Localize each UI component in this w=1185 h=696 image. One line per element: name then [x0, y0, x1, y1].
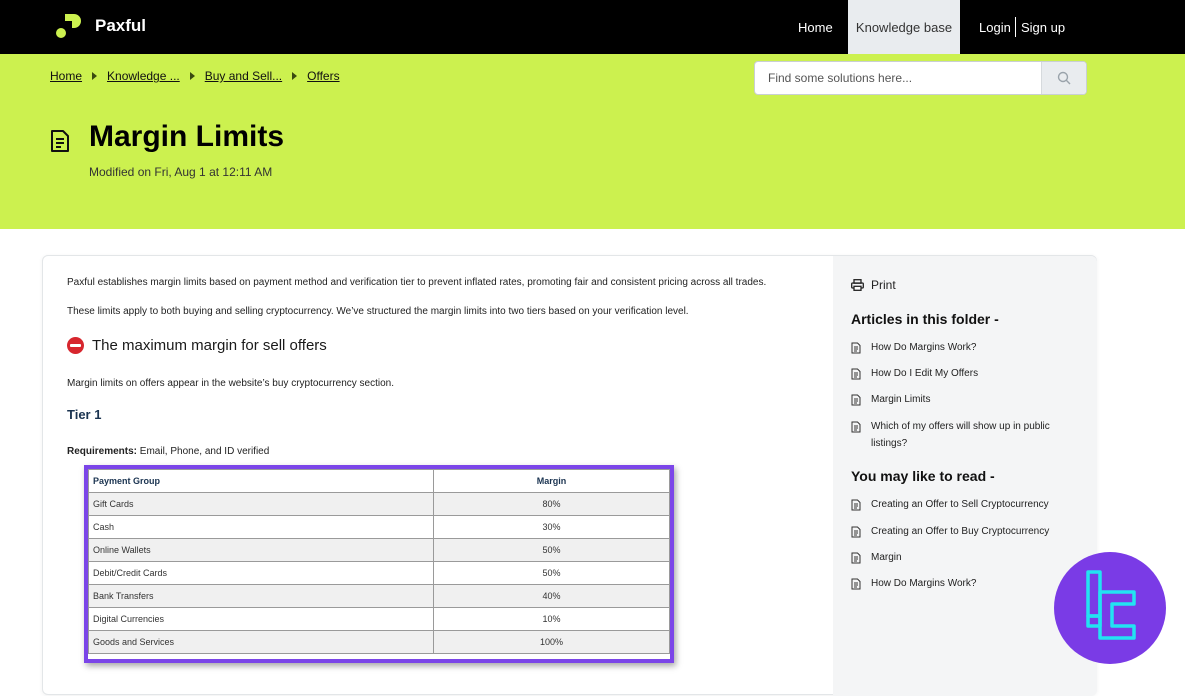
table-row: Cash 30%: [88, 515, 670, 539]
nav-signup-link[interactable]: Sign up: [1021, 0, 1065, 54]
intro-paragraph-2: These limits apply to both buying and se…: [67, 306, 689, 317]
nav-knowledge-base-link[interactable]: Knowledge base: [848, 0, 960, 54]
folder-article-link[interactable]: Margin Limits: [851, 391, 1076, 408]
article-icon: [851, 394, 861, 406]
folder-article-link[interactable]: Which of my offers will show up in publi…: [851, 418, 1076, 452]
table-cell: 50%: [433, 538, 670, 562]
breadcrumb-home[interactable]: Home: [50, 69, 82, 83]
table-cell: 30%: [433, 515, 670, 539]
requirements-label: Requirements:: [67, 446, 138, 457]
print-label: Print: [871, 278, 896, 292]
breadcrumb-arrow-icon: [189, 72, 195, 80]
table-cell: Online Wallets: [88, 538, 434, 562]
table-row: Gift Cards 80%: [88, 492, 670, 516]
no-entry-icon: [67, 337, 84, 354]
table-cell: Cash: [88, 515, 434, 539]
table-row: Bank Transfers 40%: [88, 584, 670, 608]
table-row: Debit/Credit Cards 50%: [88, 561, 670, 585]
table-header-row: Payment Group Margin: [88, 469, 670, 493]
tier-heading: Tier 1: [67, 407, 102, 422]
breadcrumb-buy-sell[interactable]: Buy and Sell...: [205, 69, 282, 83]
folder-article-link[interactable]: How Do I Edit My Offers: [851, 365, 1076, 382]
modified-date: Modified on Fri, Aug 1 at 12:11 AM: [89, 165, 273, 179]
margin-table-highlight: Payment Group Margin Gift Cards 80% Cash…: [84, 465, 674, 663]
breadcrumb-knowledge[interactable]: Knowledge ...: [107, 69, 180, 83]
article-header: Home Knowledge ... Buy and Sell... Offer…: [0, 54, 1185, 229]
breadcrumb: Home Knowledge ... Buy and Sell... Offer…: [50, 69, 340, 83]
watermark-logo-icon: [1086, 570, 1136, 640]
paxful-logo-icon[interactable]: [56, 13, 82, 39]
related-article-title: Margin: [871, 552, 902, 563]
print-button[interactable]: Print: [851, 278, 896, 292]
breadcrumb-arrow-icon: [292, 72, 298, 80]
page-title: Margin Limits: [89, 120, 285, 153]
related-article-link[interactable]: Creating an Offer to Buy Cryptocurrency: [851, 523, 1076, 540]
article-card: Paxful establishes margin limits based o…: [42, 255, 1097, 696]
intro-paragraph: Paxful establishes margin limits based o…: [67, 277, 767, 288]
folder-heading: Articles in this folder -: [851, 311, 999, 327]
watermark-badge: [1054, 552, 1166, 664]
table-cell: Bank Transfers: [88, 584, 434, 608]
nav-login-link[interactable]: Login: [979, 0, 1011, 54]
article-icon: [851, 578, 861, 590]
folder-article-title: How Do I Edit My Offers: [871, 368, 979, 379]
margin-table: Payment Group Margin Gift Cards 80% Cash…: [88, 469, 670, 654]
document-icon: [51, 130, 69, 152]
requirements-value: Email, Phone, and ID verified: [137, 446, 270, 457]
search-input[interactable]: [755, 62, 1042, 94]
breadcrumb-offers[interactable]: Offers: [307, 69, 339, 83]
table-cell: 40%: [433, 584, 670, 608]
printer-icon: [851, 279, 864, 291]
table-header: Margin: [433, 469, 670, 493]
search-button[interactable]: [1041, 62, 1086, 94]
related-article-title: How Do Margins Work?: [871, 578, 977, 589]
table-cell: 100%: [433, 630, 670, 654]
table-cell: 50%: [433, 561, 670, 585]
table-cell: Goods and Services: [88, 630, 434, 654]
table-row: Goods and Services 100%: [88, 630, 670, 654]
related-article-link[interactable]: How Do Margins Work?: [851, 575, 1076, 592]
brand-name[interactable]: Paxful: [95, 16, 146, 36]
table-row: Digital Currencies 10%: [88, 607, 670, 631]
folder-article-link[interactable]: How Do Margins Work?: [851, 339, 1076, 356]
section-heading-text: The maximum margin for sell offers: [92, 337, 327, 354]
article-icon: [851, 421, 861, 433]
folder-article-title: How Do Margins Work?: [871, 342, 977, 353]
section-heading: The maximum margin for sell offers: [67, 337, 327, 354]
table-cell: 10%: [433, 607, 670, 631]
table-cell: 80%: [433, 492, 670, 516]
article-icon: [851, 499, 861, 511]
breadcrumb-arrow-icon: [92, 72, 98, 80]
nav-divider: [1015, 17, 1016, 37]
table-cell: Gift Cards: [88, 492, 434, 516]
article-icon: [851, 526, 861, 538]
table-row: Online Wallets 50%: [88, 538, 670, 562]
nav-home-link[interactable]: Home: [798, 0, 833, 54]
folder-article-title: Margin Limits: [871, 394, 931, 405]
related-article-link[interactable]: Creating an Offer to Sell Cryptocurrency: [851, 496, 1076, 513]
top-navbar: Paxful Home Knowledge base Login Sign up: [0, 0, 1185, 54]
table-cell: Digital Currencies: [88, 607, 434, 631]
folder-article-title: Which of my offers will show up in publi…: [871, 421, 1050, 449]
table-header: Payment Group: [88, 469, 434, 493]
article-icon: [851, 368, 861, 380]
read-heading: You may like to read -: [851, 468, 995, 484]
search-box: [754, 61, 1087, 95]
related-article-title: Creating an Offer to Sell Cryptocurrency: [871, 499, 1049, 510]
article-icon: [851, 342, 861, 354]
related-article-link[interactable]: Margin: [851, 549, 1076, 566]
requirements: Requirements: Email, Phone, and ID verif…: [67, 446, 269, 457]
search-icon: [1057, 71, 1071, 85]
related-article-title: Creating an Offer to Buy Cryptocurrency: [871, 526, 1050, 537]
section-note: Margin limits on offers appear in the we…: [67, 378, 395, 389]
article-icon: [851, 552, 861, 564]
table-cell: Debit/Credit Cards: [88, 561, 434, 585]
